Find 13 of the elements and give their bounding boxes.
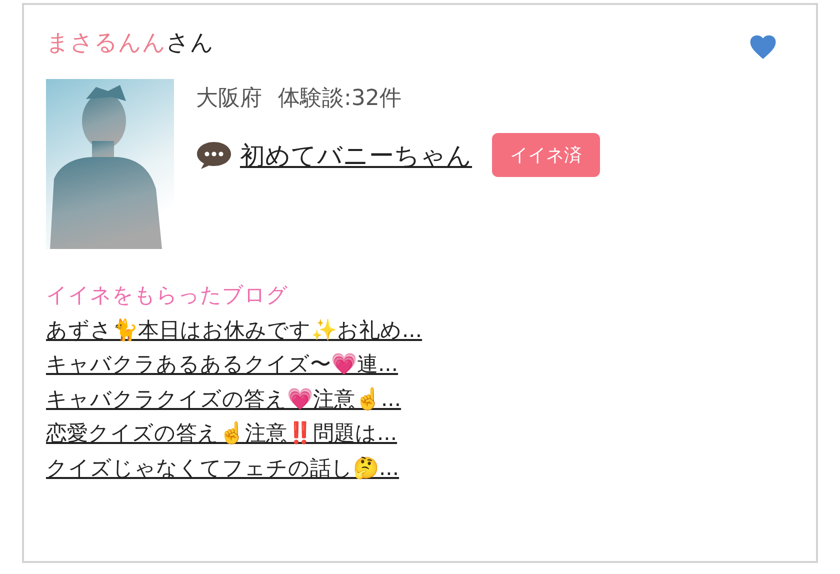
blog-link[interactable]: 恋愛クイズの答え☝注意‼問題は... <box>46 418 776 449</box>
section-heading: イイネをもらったブログ <box>46 282 289 309</box>
blog-link[interactable]: キャバクラクイズの答え💗注意☝... <box>46 384 776 414</box>
blog-link[interactable]: クイズじゃなくてフェチの話し🤔... <box>46 452 776 484</box>
blog-title-link[interactable]: 初めてバニーちゃん <box>240 138 472 172</box>
review-count: 体験談:32件 <box>278 85 402 113</box>
honorific: さん <box>166 30 214 56</box>
area-text: 大阪府 <box>196 85 262 113</box>
heart-icon[interactable] <box>750 35 776 59</box>
blog-link[interactable]: キャバクラあるあるクイズ〜💗連... <box>46 349 776 380</box>
user-name: まさるんん <box>46 30 166 56</box>
speech-bubble-icon <box>196 140 232 170</box>
blog-link[interactable]: あずさ🐈本日はお休みです✨お礼め... <box>46 315 776 346</box>
